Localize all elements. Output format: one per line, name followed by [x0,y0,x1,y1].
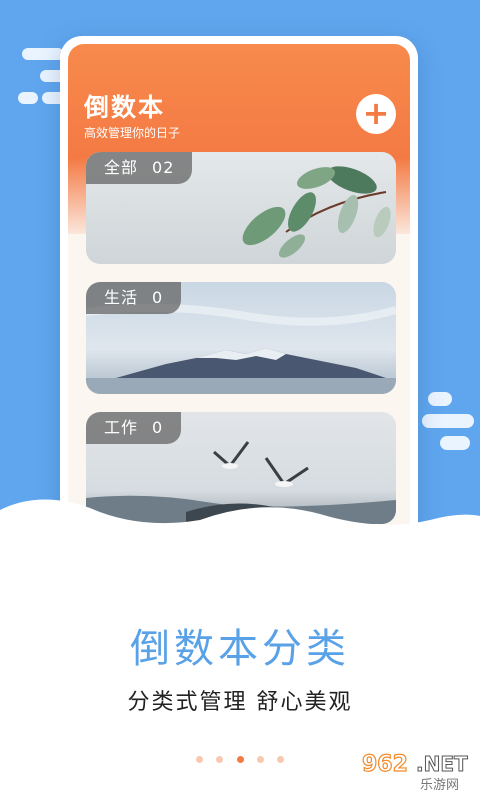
cloud-streak [440,436,470,450]
pager-dot[interactable] [276,756,284,763]
plus-icon: + [362,94,390,132]
watermark-number: 962 [361,751,408,777]
category-badge: 工作 0 [86,412,182,444]
category-card-all[interactable]: 全部 02 [86,152,396,264]
watermark-suffix: .NET [416,752,469,777]
category-card-life[interactable]: 生活 0 [86,282,396,394]
cloud-streak [18,92,38,104]
pager-dot-active[interactable] [236,756,244,763]
promo-headline: 倒数本分类 [130,626,350,672]
cloud-streak [22,48,64,60]
category-count: 02 [152,158,175,177]
watermark-logo: 962 .NET 乐游网 [342,750,472,793]
cloud-streak [428,392,452,406]
app-title: 倒数本 [84,93,166,122]
phone-frame: 倒数本 高效管理你的日子 + 全部 02 生活 0 工作 0 [60,36,418,556]
cloud-streak [422,414,474,428]
pager-dot[interactable] [196,756,204,763]
pager-dot[interactable] [256,756,264,763]
app-subtitle: 高效管理你的日子 [84,126,181,140]
category-name: 生活 [104,288,139,307]
promo-subline: 分类式管理 舒心美观 [127,690,353,715]
category-badge: 全部 02 [86,152,193,184]
category-count: 0 [152,288,164,307]
category-badge: 生活 0 [86,282,182,314]
category-name: 工作 [104,418,139,437]
pager-dot[interactable] [216,756,224,763]
category-name: 全部 [104,158,139,177]
add-button[interactable]: + [356,94,396,134]
category-count: 0 [152,418,164,437]
watermark-label: 乐游网 [420,778,460,793]
